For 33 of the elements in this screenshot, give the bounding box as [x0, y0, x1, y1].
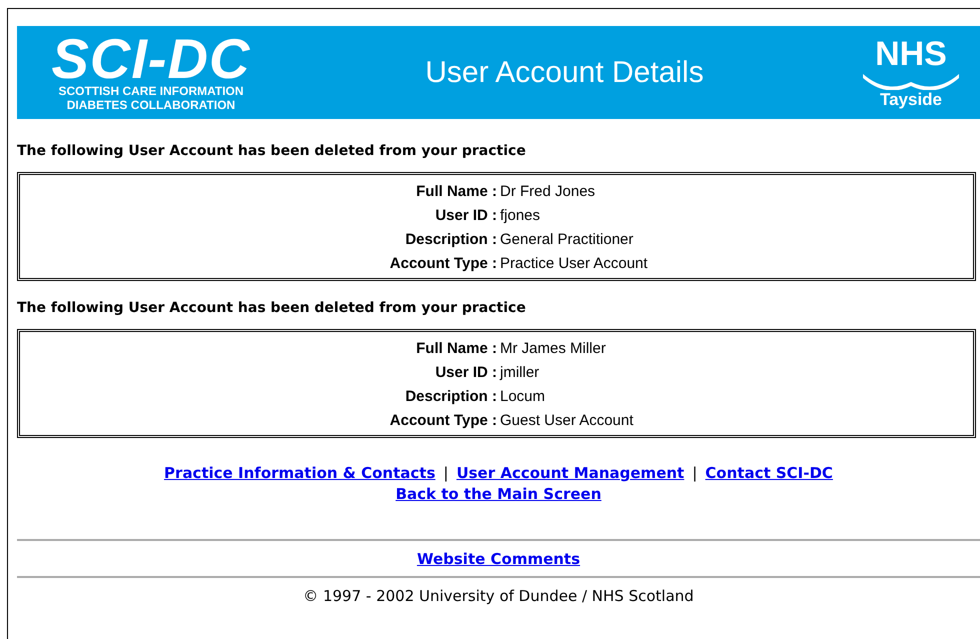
link-separator: |: [443, 463, 448, 484]
field-label: Full Name :: [416, 340, 498, 356]
field-value: Dr Fred Jones: [500, 182, 596, 200]
logo-tagline: DIABETES COLLABORATION: [66, 98, 236, 112]
field-value: Locum: [500, 388, 546, 404]
wave-icon: [860, 72, 961, 90]
field-value: Guest User Account: [500, 412, 634, 428]
nav-link[interactable]: Back to the Main Screen: [396, 484, 602, 505]
field-value: jmiller: [500, 364, 540, 380]
field-label: Full Name :: [416, 182, 498, 200]
nav-link[interactable]: User Account Management: [456, 463, 684, 484]
nav-link[interactable]: Contact SCI-DC: [705, 463, 833, 484]
nav-link[interactable]: Practice Information & Contacts: [164, 463, 436, 484]
comments-link[interactable]: Website Comments: [416, 550, 580, 568]
field-label: Description :: [405, 388, 498, 404]
field-value: Practice User Account: [500, 254, 649, 272]
field-value: fjones: [500, 206, 542, 224]
field-value: Mr James Miller: [500, 340, 607, 356]
logo-tagline: SCOTTISH CARE INFORMATION: [58, 84, 244, 98]
field-label: User ID :: [435, 206, 498, 224]
logo-name: SCI-DC: [52, 34, 250, 84]
field-label: Description :: [405, 230, 498, 248]
nhs-region: Tayside: [880, 90, 942, 110]
nhs-logo-name: NHS: [875, 36, 947, 72]
field-label: Account Type :: [390, 412, 498, 428]
deletion-notice: The following User Account has been deleted from your practice: [17, 300, 527, 316]
field-value: General Practitioner: [500, 230, 634, 248]
page-title: User Account Details: [425, 56, 704, 90]
copyright-text: © 1997 - 2002 University of Dundee / NHS Scotland: [303, 587, 694, 605]
link-separator: |: [692, 463, 698, 484]
field-label: User ID :: [435, 364, 498, 380]
deletion-notice: The following User Account has been deleted from your practice: [17, 143, 527, 159]
field-label: Account Type :: [390, 254, 498, 272]
